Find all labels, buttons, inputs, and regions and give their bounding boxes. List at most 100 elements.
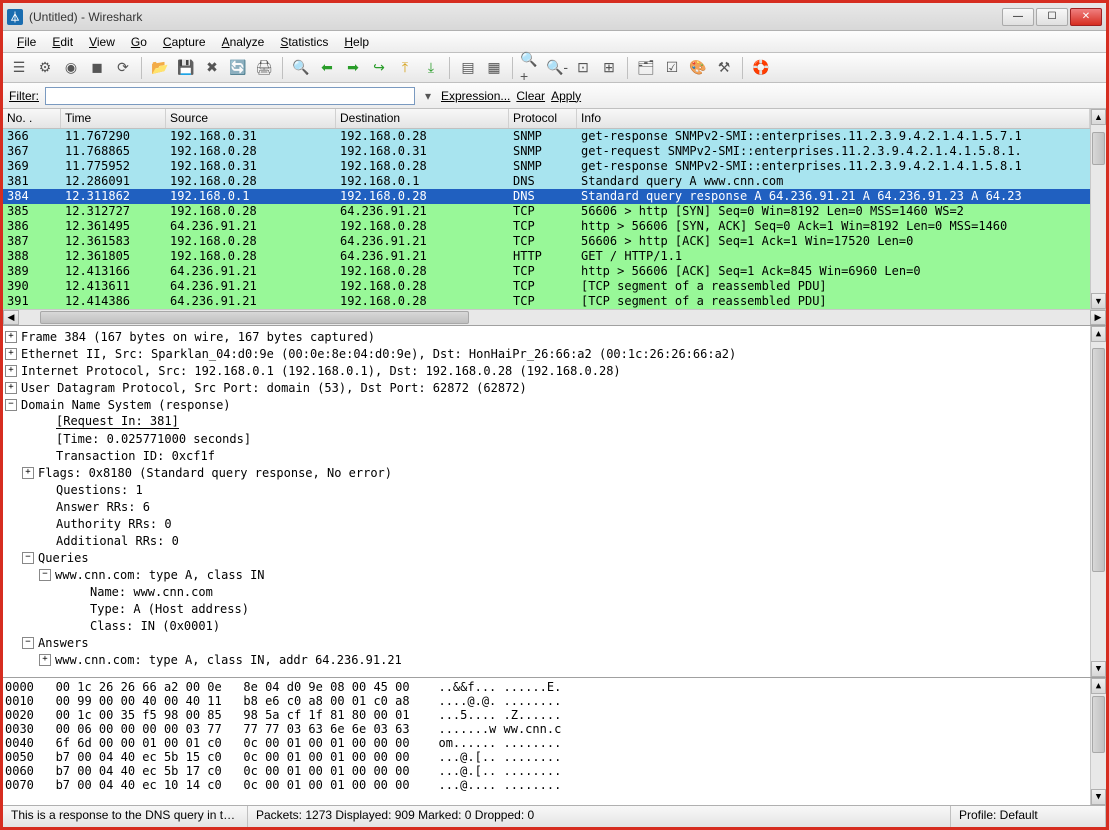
packet-list-vscroll[interactable]: ▲▼ <box>1090 109 1106 309</box>
capture-options-icon[interactable]: ⚙ <box>33 56 57 80</box>
resize-columns-icon[interactable]: ⊞ <box>597 56 621 80</box>
packet-row[interactable]: 38112.286091192.168.0.28192.168.0.1DNSSt… <box>3 174 1090 189</box>
hex-line[interactable]: 0050 b7 00 04 40 ec 5b 15 c0 0c 00 01 00… <box>3 750 1090 764</box>
col-source[interactable]: Source <box>166 109 336 128</box>
menu-statistics[interactable]: Statistics <box>272 33 336 51</box>
packet-row[interactable]: 38812.361805192.168.0.2864.236.91.21HTTP… <box>3 249 1090 264</box>
col-info[interactable]: Info <box>577 109 1090 128</box>
col-destination[interactable]: Destination <box>336 109 509 128</box>
packet-row[interactable]: 39112.41438664.236.91.21192.168.0.28TCP[… <box>3 294 1090 309</box>
packet-row[interactable]: 36711.768865192.168.0.28192.168.0.31SNMP… <box>3 144 1090 159</box>
menu-view[interactable]: View <box>81 33 123 51</box>
col-time[interactable]: Time <box>61 109 166 128</box>
stop-capture-icon[interactable]: ◼ <box>85 56 109 80</box>
menu-help[interactable]: Help <box>336 33 377 51</box>
expand-icon[interactable]: − <box>22 552 34 564</box>
bytes-vscroll[interactable]: ▲▼ <box>1090 678 1106 805</box>
tree-line[interactable]: +Flags: 0x8180 (Standard query response,… <box>3 464 1090 481</box>
coloring-rules-icon[interactable]: 🎨 <box>686 56 710 80</box>
expand-icon[interactable]: − <box>22 637 34 649</box>
save-file-icon[interactable]: 💾 <box>174 56 198 80</box>
packet-row[interactable]: 36911.775952192.168.0.31192.168.0.28SNMP… <box>3 159 1090 174</box>
tree-line[interactable]: +Frame 384 (167 bytes on wire, 167 bytes… <box>3 328 1090 345</box>
expression-button[interactable]: Expression... <box>441 89 510 103</box>
menu-capture[interactable]: Capture <box>155 33 214 51</box>
expand-icon[interactable]: + <box>5 382 17 394</box>
packet-list-body[interactable]: 36611.767290192.168.0.31192.168.0.28SNMP… <box>3 129 1090 309</box>
expand-icon[interactable]: + <box>5 331 17 343</box>
hex-line[interactable]: 0060 b7 00 04 40 ec 5b 17 c0 0c 00 01 00… <box>3 764 1090 778</box>
hex-line[interactable]: 0040 6f 6d 00 00 01 00 01 c0 0c 00 01 00… <box>3 736 1090 750</box>
apply-button[interactable]: Apply <box>551 89 581 103</box>
hex-line[interactable]: 0030 00 06 00 00 00 00 03 77 77 77 03 63… <box>3 722 1090 736</box>
tree-line[interactable]: Questions: 1 <box>3 481 1090 498</box>
expand-icon[interactable]: − <box>39 569 51 581</box>
expand-icon[interactable]: + <box>5 365 17 377</box>
zoom-in-icon[interactable]: 🔍+ <box>519 56 543 80</box>
filter-input[interactable] <box>45 87 415 105</box>
packet-row[interactable]: 38612.36149564.236.91.21192.168.0.28TCPh… <box>3 219 1090 234</box>
tree-line[interactable]: [Time: 0.025771000 seconds] <box>3 430 1090 447</box>
hex-line[interactable]: 0010 00 99 00 00 40 00 40 11 b8 e6 c0 a8… <box>3 694 1090 708</box>
restart-capture-icon[interactable]: ⟳ <box>111 56 135 80</box>
tree-line[interactable]: −Queries <box>3 549 1090 566</box>
tree-line[interactable]: Authority RRs: 0 <box>3 515 1090 532</box>
packet-row[interactable]: 36611.767290192.168.0.31192.168.0.28SNMP… <box>3 129 1090 144</box>
reload-icon[interactable]: 🔄 <box>226 56 250 80</box>
packet-list-header[interactable]: No. . Time Source Destination Protocol I… <box>3 109 1090 129</box>
tree-line[interactable]: −www.cnn.com: type A, class IN <box>3 566 1090 583</box>
expand-icon[interactable]: − <box>5 399 17 411</box>
menu-go[interactable]: Go <box>123 33 155 51</box>
print-icon[interactable]: 🖨 <box>252 56 276 80</box>
tree-line[interactable]: −Domain Name System (response) <box>3 396 1090 413</box>
expand-icon[interactable]: + <box>5 348 17 360</box>
auto-scroll-icon[interactable]: ▦ <box>482 56 506 80</box>
details-vscroll[interactable]: ▲▼ <box>1090 326 1106 677</box>
open-file-icon[interactable]: 📂 <box>148 56 172 80</box>
tree-line[interactable]: −Answers <box>3 634 1090 651</box>
col-protocol[interactable]: Protocol <box>509 109 577 128</box>
zoom-reset-icon[interactable]: ⊡ <box>571 56 595 80</box>
help-icon[interactable]: 🛟 <box>749 56 773 80</box>
packet-row[interactable]: 39012.41361164.236.91.21192.168.0.28TCP[… <box>3 279 1090 294</box>
packet-row[interactable]: 38512.312727192.168.0.2864.236.91.21TCP5… <box>3 204 1090 219</box>
colorize-icon[interactable]: ▤ <box>456 56 480 80</box>
tree-line[interactable]: +Ethernet II, Src: Sparklan_04:d0:9e (00… <box>3 345 1090 362</box>
go-back-icon[interactable]: ⬅ <box>315 56 339 80</box>
maximize-button[interactable]: ☐ <box>1036 8 1068 26</box>
find-icon[interactable]: 🔍 <box>289 56 313 80</box>
tree-line[interactable]: +www.cnn.com: type A, class IN, addr 64.… <box>3 651 1090 668</box>
zoom-out-icon[interactable]: 🔍- <box>545 56 569 80</box>
preferences-icon[interactable]: ⚒ <box>712 56 736 80</box>
hex-line[interactable]: 0000 00 1c 26 26 66 a2 00 0e 8e 04 d0 9e… <box>3 680 1090 694</box>
clear-button[interactable]: Clear <box>516 89 545 103</box>
start-capture-icon[interactable]: ◉ <box>59 56 83 80</box>
go-forward-icon[interactable]: ➡ <box>341 56 365 80</box>
display-filters-icon[interactable]: ☑ <box>660 56 684 80</box>
list-interfaces-icon[interactable]: ☰ <box>7 56 31 80</box>
close-file-icon[interactable]: ✖ <box>200 56 224 80</box>
tree-line[interactable]: Class: IN (0x0001) <box>3 617 1090 634</box>
tree-line[interactable]: Type: A (Host address) <box>3 600 1090 617</box>
expand-icon[interactable]: + <box>22 467 34 479</box>
packet-list-hscroll[interactable]: ◀▶ <box>3 309 1106 325</box>
hex-line[interactable]: 0070 b7 00 04 40 ec 10 14 c0 0c 00 01 00… <box>3 778 1090 792</box>
capture-filters-icon[interactable]: 🗂 <box>634 56 658 80</box>
expand-icon[interactable]: + <box>39 654 51 666</box>
go-first-icon[interactable]: ⤒ <box>393 56 417 80</box>
packet-bytes-body[interactable]: 0000 00 1c 26 26 66 a2 00 0e 8e 04 d0 9e… <box>3 678 1090 805</box>
tree-line[interactable]: Answer RRs: 6 <box>3 498 1090 515</box>
packet-row[interactable]: 38712.361583192.168.0.2864.236.91.21TCP5… <box>3 234 1090 249</box>
menu-edit[interactable]: Edit <box>44 33 81 51</box>
close-button[interactable]: ✕ <box>1070 8 1102 26</box>
col-no[interactable]: No. . <box>3 109 61 128</box>
tree-line[interactable]: +Internet Protocol, Src: 192.168.0.1 (19… <box>3 362 1090 379</box>
tree-line[interactable]: Transaction ID: 0xcf1f <box>3 447 1090 464</box>
menu-file[interactable]: File <box>9 33 44 51</box>
menu-analyze[interactable]: Analyze <box>214 33 273 51</box>
filter-dropdown-icon[interactable]: ▾ <box>421 87 435 105</box>
tree-line[interactable]: Name: www.cnn.com <box>3 583 1090 600</box>
tree-line[interactable]: +User Datagram Protocol, Src Port: domai… <box>3 379 1090 396</box>
tree-line[interactable]: Additional RRs: 0 <box>3 532 1090 549</box>
packet-details-body[interactable]: +Frame 384 (167 bytes on wire, 167 bytes… <box>3 326 1090 677</box>
